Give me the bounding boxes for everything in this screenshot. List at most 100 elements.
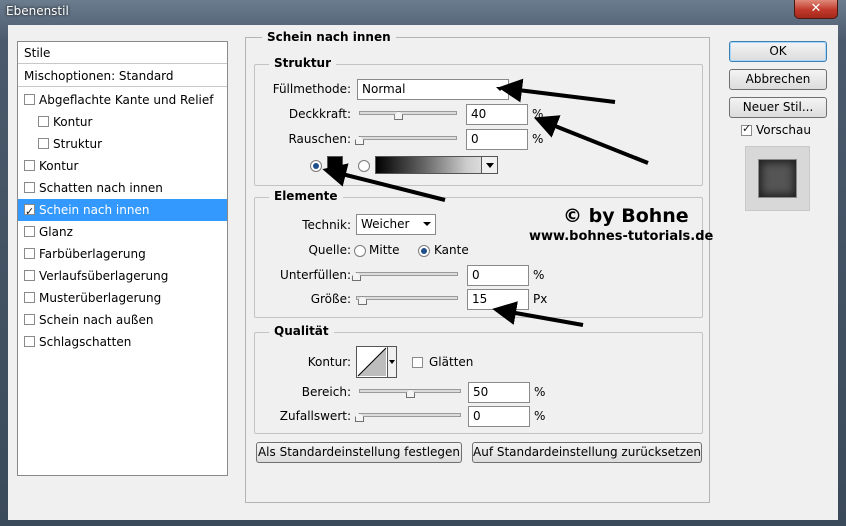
checkbox-checked[interactable] (24, 201, 35, 223)
window-title: Ebenenstil (6, 4, 69, 18)
style-item-contour-sub[interactable]: Kontur (18, 111, 227, 133)
technique-select[interactable]: Weicher (356, 214, 436, 235)
contour-dropdown[interactable] (388, 346, 397, 378)
choke-unit: % (533, 268, 545, 282)
antialias-checkbox[interactable] (412, 357, 423, 368)
slider-track (359, 111, 457, 115)
opacity-label: Deckkraft: (288, 107, 351, 121)
range-slider[interactable] (359, 386, 461, 398)
ok-button[interactable]: OK (729, 41, 827, 62)
opacity-unit: % (532, 107, 544, 121)
noise-unit: % (532, 132, 544, 146)
checkbox[interactable] (24, 292, 35, 303)
chevron-down-icon (496, 87, 504, 91)
watermark-copyright: © by Bohne (563, 205, 689, 227)
style-item-stroke[interactable]: Kontur (18, 155, 227, 177)
style-item-texture-sub[interactable]: Struktur (18, 133, 227, 155)
size-unit: Px (533, 292, 548, 306)
preview-swatch (759, 160, 796, 197)
title-bar[interactable]: Ebenenstil ✕ (0, 0, 846, 24)
jitter-label: Zufallswert: (279, 409, 351, 423)
checkbox[interactable] (24, 94, 35, 105)
gradient-picker[interactable] (375, 156, 498, 174)
gradient-dropdown[interactable] (481, 157, 497, 173)
technique-label: Technik: (302, 218, 351, 232)
chevron-down-icon (486, 163, 494, 168)
dialog-window: Ebenenstil ✕ Stile Mischoptionen: Standa… (0, 0, 846, 526)
blend-mode-label: Füllmethode: (272, 82, 351, 96)
chevron-down-icon (423, 222, 431, 226)
checkbox[interactable] (38, 116, 49, 127)
style-item-color-overlay[interactable]: Farbüberlagerung (18, 243, 227, 265)
jitter-unit: % (534, 409, 546, 423)
jitter-input[interactable]: 0 (468, 406, 530, 427)
range-label: Bereich: (301, 385, 351, 399)
style-item-inner-glow[interactable]: Schein nach innen (18, 199, 227, 223)
structure-title: Struktur (269, 56, 337, 70)
contour-label: Kontur: (307, 355, 351, 369)
source-edge-radio[interactable] (418, 245, 430, 257)
close-icon: ✕ (810, 1, 822, 16)
make-default-button[interactable]: Als Standardeinstellung festlegen (256, 442, 462, 463)
inner-glow-panel: Schein nach innen Struktur Füllmethode: … (245, 30, 714, 503)
jitter-slider[interactable] (355, 410, 461, 422)
style-item-inner-shadow[interactable]: Schatten nach innen (18, 177, 227, 199)
style-item-bevel[interactable]: Abgeflachte Kante und Relief (18, 89, 227, 111)
style-item-gradient-overlay[interactable]: Verlaufsüberlagerung (18, 265, 227, 287)
size-label: Größe: (310, 292, 351, 306)
preview-checkbox[interactable] (741, 122, 752, 136)
checkbox[interactable] (24, 160, 35, 171)
checkbox[interactable] (38, 138, 49, 149)
cancel-button[interactable]: Abbrechen (729, 69, 827, 90)
source-edge-label: Kante (434, 243, 469, 257)
checkbox[interactable] (24, 336, 35, 347)
checkbox[interactable] (24, 270, 35, 281)
blend-options-item[interactable]: Mischoptionen: Standard (18, 65, 227, 87)
style-item-outer-glow[interactable]: Schein nach außen (18, 309, 227, 331)
range-unit: % (534, 385, 546, 399)
source-center-label: Mitte (369, 243, 400, 257)
size-slider[interactable] (356, 293, 458, 305)
slider-track (356, 272, 458, 276)
antialias-label: Glätten (429, 355, 474, 369)
chevron-down-icon (389, 360, 395, 364)
source-center-radio[interactable] (354, 245, 366, 257)
contour-linear-icon (357, 347, 387, 377)
color-swatch[interactable] (327, 156, 343, 172)
solid-color-radio[interactable] (310, 160, 322, 172)
choke-label: Unterfüllen: (280, 268, 351, 282)
range-input[interactable]: 50 (468, 382, 530, 403)
checkbox[interactable] (24, 248, 35, 259)
noise-label: Rauschen: (288, 132, 351, 146)
size-input[interactable]: 15 (467, 289, 529, 310)
choke-slider[interactable] (352, 269, 458, 281)
slider-track (356, 296, 458, 300)
style-item-drop-shadow[interactable]: Schlagschatten (18, 331, 227, 353)
checkbox[interactable] (24, 226, 35, 237)
panel-title: Schein nach innen (262, 30, 396, 44)
style-item-satin[interactable]: Glanz (18, 221, 227, 243)
elements-title: Elemente (269, 189, 343, 203)
group-quality: Qualität Kontur: Glätten Bereich: 50 % Z… (254, 324, 703, 434)
blend-mode-select[interactable]: Normal (357, 79, 509, 100)
gradient-radio[interactable] (358, 160, 370, 172)
style-item-pattern-overlay[interactable]: Musterüberlagerung (18, 287, 227, 309)
new-style-button[interactable]: Neuer Stil... (729, 97, 827, 118)
styles-list: Stile Mischoptionen: Standard Abgeflacht… (17, 41, 228, 476)
close-button[interactable]: ✕ (794, 0, 838, 19)
choke-input[interactable]: 0 (467, 265, 529, 286)
opacity-input[interactable]: 40 (466, 104, 528, 125)
checkbox[interactable] (24, 182, 35, 193)
contour-picker[interactable] (356, 346, 388, 378)
slider-track (359, 413, 461, 417)
styles-list-header[interactable]: Stile (18, 42, 227, 64)
preview-thumbnail (745, 146, 810, 211)
watermark-url: www.bohnes-tutorials.de (529, 229, 714, 244)
reset-default-button[interactable]: Auf Standardeinstellung zurücksetzen (472, 442, 702, 463)
noise-slider[interactable] (355, 133, 457, 145)
noise-input[interactable]: 0 (466, 129, 528, 150)
preview-label: Vorschau (756, 123, 811, 137)
checkbox[interactable] (24, 314, 35, 325)
opacity-slider[interactable] (359, 108, 457, 120)
group-structure: Struktur Füllmethode: Normal Deckkraft: … (254, 56, 703, 186)
